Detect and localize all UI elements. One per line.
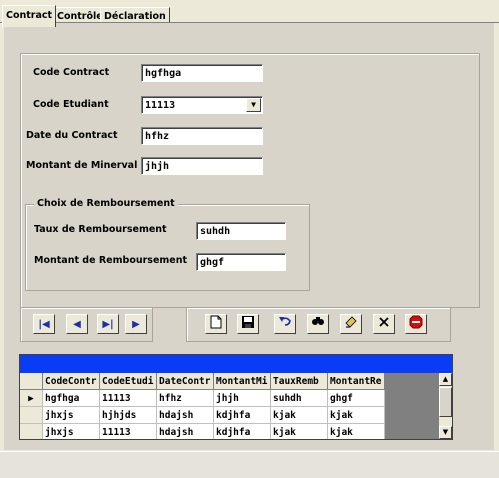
montant-remboursement-label: Montant de Remboursement [34,255,188,266]
row-indicator [20,423,43,439]
stop-icon[interactable] [405,314,427,334]
table-cell[interactable]: kjak [270,423,328,439]
chevron-down-icon[interactable]: ▼ [246,98,261,112]
table-cell[interactable]: 11113 [99,423,157,439]
montant-minerval-label: Montant de Minerval [26,160,138,171]
table-cell[interactable]: kjak [327,406,385,424]
contract-form-group: Code Contract hgfhga Code Etudiant 11113… [20,53,480,308]
new-document-icon[interactable] [205,314,227,334]
row-indicator-header [20,373,43,390]
table-cell[interactable]: jhjh [213,389,271,407]
code-contract-label: Code Contract [33,67,110,78]
code-contract-input[interactable]: hgfhga [141,64,263,82]
taux-remboursement-label: Taux de Remboursement [34,224,167,235]
delete-icon[interactable] [373,314,395,334]
column-header[interactable]: DateContr [156,373,214,390]
table-row[interactable]: jhxjs 11113 hdajsh kdjhfa kjak kjak [20,423,385,439]
table-cell[interactable]: jhxjs [42,423,100,439]
table-cell[interactable]: suhdh [270,389,328,407]
undo-icon[interactable] [274,314,296,334]
grid-vertical-scrollbar[interactable]: ▲ ▼ [438,373,452,439]
records-table: CodeContr CodeEtudi DateContr MontantMi … [20,373,385,439]
table-cell[interactable]: hgfhga [42,389,100,407]
tab-strip: Contract Contrôle Déclaration [0,3,499,27]
record-navigation-bar: |◀ ◀ ▶| ▶ [20,307,153,342]
column-header[interactable]: MontantRe [327,373,385,390]
table-cell[interactable]: hdajsh [156,423,214,439]
current-row-indicator-icon: ▶ [20,389,43,407]
code-etudiant-label: Code Etudiant [33,99,109,110]
scroll-up-icon[interactable]: ▲ [439,373,452,386]
column-header[interactable]: MontantMi [213,373,271,390]
table-row[interactable]: jhxjs hjhjds hdajsh kdjhfa kjak kjak [20,406,385,424]
column-header[interactable]: CodeEtudi [99,373,157,390]
table-cell[interactable]: hjhjds [99,406,157,424]
grid-caption-bar [20,355,452,373]
save-icon[interactable] [237,314,259,334]
montant-remboursement-input[interactable]: ghgf [196,253,286,271]
scroll-thumb[interactable] [439,387,452,417]
first-record-icon[interactable]: |◀ [33,314,55,334]
table-cell[interactable]: kjak [270,406,328,424]
next-record-icon[interactable]: ▶ [125,314,147,334]
remboursement-group: Choix de Remboursement Taux de Rembourse… [25,198,310,291]
action-toolbar [186,307,451,342]
last-record-icon[interactable]: ▶| [97,314,119,334]
edit-icon[interactable] [340,314,362,334]
date-contract-label: Date du Contract [26,130,118,141]
remboursement-title: Choix de Remboursement [34,198,178,209]
table-cell[interactable]: hdajsh [156,406,214,424]
date-contract-input[interactable]: hfhz [141,127,263,145]
column-header[interactable]: TauxRemb [270,373,328,390]
row-indicator [20,406,43,424]
taux-remboursement-input[interactable]: suhdh [196,222,286,240]
table-cell[interactable]: hfhz [156,389,214,407]
status-bar [0,451,499,478]
code-etudiant-select[interactable]: 11113 ▼ [141,96,263,114]
search-icon[interactable] [307,314,329,334]
montant-minerval-input[interactable]: jhjh [141,157,263,175]
tab-contract[interactable]: Contract [2,5,57,27]
table-header-row: CodeContr CodeEtudi DateContr MontantMi … [20,373,385,390]
table-cell[interactable]: kdjhfa [213,423,271,439]
records-grid[interactable]: CodeContr CodeEtudi DateContr MontantMi … [19,354,453,440]
column-header[interactable]: CodeContr [42,373,100,390]
scroll-down-icon[interactable]: ▼ [439,426,452,439]
code-etudiant-value: 11113 [145,100,176,111]
previous-record-icon[interactable]: ◀ [66,314,88,334]
table-cell[interactable]: 11113 [99,389,157,407]
table-cell[interactable]: kjak [327,423,385,439]
table-row[interactable]: ▶ hgfhga 11113 hfhz jhjh suhdh ghgf [20,389,385,407]
table-cell[interactable]: ghgf [327,389,385,407]
table-cell[interactable]: jhxjs [42,406,100,424]
table-cell[interactable]: kdjhfa [213,406,271,424]
